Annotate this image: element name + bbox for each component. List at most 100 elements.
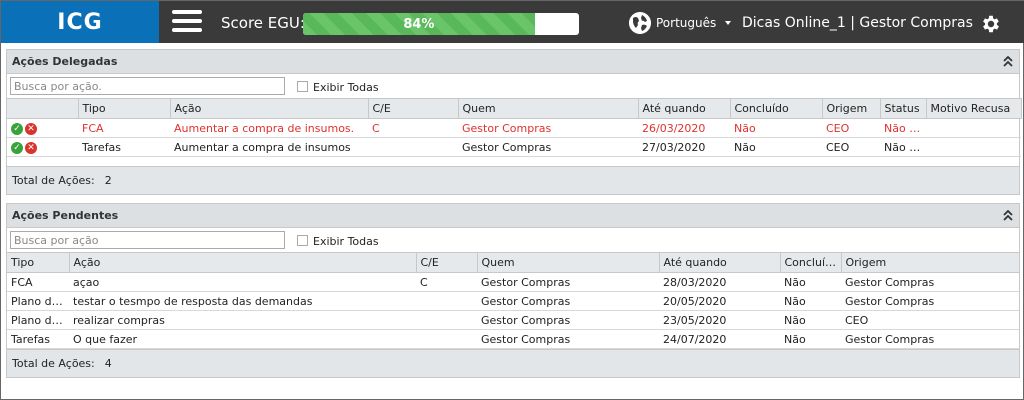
table-cell: Não [780,291,841,311]
column-header[interactable]: Até quando [659,252,781,273]
score-value: 84% [403,16,435,32]
table-cell: 27/03/2020 [638,137,730,157]
table-row[interactable]: FCA açao C Gestor Compras 28/03/2020 Não Gesto… [7,272,1019,292]
column-header[interactable]: Ação [69,252,417,273]
table-cell: Não [780,272,841,292]
table-cell: açao [69,272,416,292]
table-cell: Gestor Compras [477,272,659,292]
approve-icon[interactable]: ✓ [11,122,23,135]
column-header[interactable]: Ação [170,98,369,119]
column-header[interactable]: Até quando [638,98,731,119]
total-count: 4 [104,357,112,370]
show-all-checkbox[interactable] [297,81,308,92]
reject-icon[interactable]: ✕ [25,122,37,135]
table-cell: Não [730,137,822,157]
table-cell [416,329,477,349]
column-header[interactable]: Quem [477,252,660,273]
column-header[interactable]: Quem [458,98,639,119]
table-row[interactable]: Plano de ... realizar compras Gestor Compr… [7,310,1019,330]
reject-icon[interactable]: ✕ [25,141,37,154]
table-cell: Tarefas [78,137,170,157]
gear-icon[interactable] [980,13,1002,35]
table-cell: 24/07/2020 [659,329,780,349]
table-cell [368,137,458,157]
table-footer: Total de Ações: 4 [7,349,1019,377]
panel-header: Ações Delegadas [7,50,1019,74]
table-cell: Gestor Compras [458,137,638,157]
search-row: Exibir Todas [7,74,1019,98]
total-count: 2 [104,174,112,187]
column-header[interactable]: Status [880,98,927,119]
pendentes-table: Tipo Ação C/E Quem Até quando Concluído Origem… [7,252,1020,349]
table-cell: 28/03/2020 [659,272,780,292]
hamburger-menu-icon[interactable] [172,10,202,34]
show-all-checkbox[interactable] [297,235,308,246]
table-cell: Plano de ... [7,310,69,330]
row-actions: ✓ ✕ [7,118,78,138]
table-cell: 26/03/2020 [638,118,730,138]
user-info: Dicas Online_1 | Gestor Compras [742,15,973,31]
show-all-label: Exibir Todas [313,81,379,94]
table-row[interactable]: ✓ ✕ Tarefas Aumentar a compra de insumos Ges… [7,137,1021,157]
table-cell: Gestor Compras [477,329,659,349]
app-logo[interactable]: ICG [1,1,159,43]
table-cell: FCA [7,272,69,292]
table-cell [926,137,1021,157]
column-header[interactable]: Motivo Recusa [926,98,1022,119]
score-label: Score EGU: [221,14,305,32]
table-row[interactable]: Plano de ... testar o tesmpo de resposta … [7,291,1019,311]
table-cell: CEO [822,137,880,157]
column-header[interactable] [7,98,79,119]
collapse-icon[interactable] [1003,56,1013,68]
table-cell: 23/05/2020 [659,310,780,330]
table-cell: C [368,118,458,138]
panel-title: Ações Delegadas [12,55,118,68]
approve-icon[interactable]: ✓ [11,141,23,154]
search-input[interactable] [10,231,285,249]
pendentes-panel: Ações Pendentes Exibir Todas TipoAçãoC/E… [6,203,1020,378]
table-cell: Não [780,310,841,330]
table-cell: realizar compras [69,310,416,330]
table-cell: Não D... [880,137,926,157]
table-cell: 20/05/2020 [659,291,780,311]
delegadas-panel: Ações Delegadas Exibir Todas TipoAçãoC/E… [6,49,1022,195]
delegadas-table: Tipo Ação C/E Quem Até quando Concluído Origem… [7,98,1022,157]
total-label: Total de Ações: [12,174,95,187]
table-cell: Tarefas [7,329,69,349]
table-cell: Gestor Compras [841,291,1019,311]
table-cell: Não [780,329,841,349]
column-header[interactable]: C/E [368,98,459,119]
column-header[interactable]: C/E [416,252,478,273]
table-row[interactable]: ✓ ✕ FCA Aumentar a compra de insumos. C Gesto… [7,118,1021,138]
language-selector[interactable]: Português [656,16,716,30]
column-header[interactable]: Concluído [730,98,823,119]
table-cell [416,310,477,330]
table-footer: Total de Ações: 2 [7,166,1019,194]
table-cell: CEO [841,310,1019,330]
show-all-label: Exibir Todas [313,235,379,248]
globe-icon[interactable] [629,12,651,34]
column-header[interactable]: Tipo [7,252,70,273]
collapse-icon[interactable] [1003,210,1013,222]
search-input[interactable] [10,77,285,95]
score-progress-fill: 84% [303,13,535,35]
panel-header: Ações Pendentes [7,204,1019,228]
table-cell: Gestor Compras [841,272,1019,292]
top-bar: ICG Score EGU: 84% Português Dicas Onlin… [1,1,1024,43]
table-cell [926,118,1021,138]
table-cell: FCA [78,118,170,138]
column-header[interactable]: Concluído [780,252,842,273]
table-cell: Aumentar a compra de insumos [170,137,368,157]
chevron-down-icon[interactable] [725,21,731,25]
table-cell: O que fazer [69,329,416,349]
table-cell: testar o tesmpo de resposta das demandas [69,291,416,311]
table-cell: CEO [822,118,880,138]
total-label: Total de Ações: [12,357,95,370]
table-cell: Gestor Compras [477,310,659,330]
table-cell: C [416,272,477,292]
column-header[interactable]: Tipo [78,98,171,119]
column-header[interactable]: Origem [841,252,1020,273]
table-row[interactable]: Tarefas O que fazer Gestor Compras 24/07/20… [7,329,1019,349]
app-frame: ICG Score EGU: 84% Português Dicas Onlin… [0,0,1024,400]
column-header[interactable]: Origem [822,98,881,119]
